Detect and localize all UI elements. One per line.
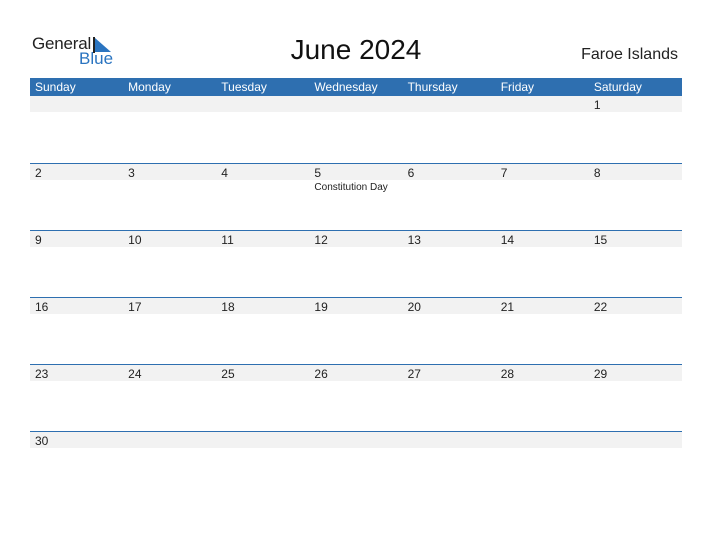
day-cell <box>30 96 123 163</box>
day-cell: 27 <box>403 365 496 431</box>
day-number: 9 <box>35 233 42 247</box>
week-cells: 16 17 18 19 20 21 22 <box>30 298 682 364</box>
day-cell: 1 <box>589 96 682 163</box>
day-number: 7 <box>500 166 508 180</box>
weekday-tuesday: Tuesday <box>221 80 267 94</box>
day-number: 26 <box>314 367 328 381</box>
day-cell: 2 <box>30 164 123 230</box>
day-number: 23 <box>35 367 49 381</box>
weekday-header: Sunday Monday Tuesday Wednesday Thursday Frid… <box>30 78 682 96</box>
day-cell <box>123 432 216 498</box>
day-number: 15 <box>593 233 608 247</box>
day-number: 27 <box>407 367 421 381</box>
day-number: 4 <box>221 166 228 180</box>
day-number: 2 <box>35 166 42 180</box>
week-row: 2 3 4 5 Constitution Day 6 7 8 <box>30 163 682 230</box>
week-row: 23 24 25 26 27 28 29 <box>30 364 682 431</box>
weeks-container: 1 2 3 4 5 Constitution Day 6 7 8 9 10 11 12 13 14 15 16 1… <box>30 96 682 498</box>
weekday-monday: Monday <box>128 80 171 94</box>
holiday-label: Constitution Day <box>314 182 388 193</box>
weekday-sunday: Sunday <box>35 80 76 94</box>
week-row: 1 <box>30 96 682 163</box>
day-number: 17 <box>128 300 142 314</box>
day-cell: 21 <box>496 298 589 364</box>
week-row: 9 10 11 12 13 14 15 <box>30 230 682 297</box>
day-number: 22 <box>593 300 608 314</box>
day-cell <box>403 432 496 498</box>
day-cell: 7 <box>496 164 589 230</box>
day-cell: 9 <box>30 231 123 297</box>
day-number: 1 <box>593 98 601 112</box>
day-cell: 12 <box>309 231 402 297</box>
day-number: 19 <box>314 300 328 314</box>
week-cells: 9 10 11 12 13 14 15 <box>30 231 682 297</box>
day-cell: 23 <box>30 365 123 431</box>
day-cell: 15 <box>589 231 682 297</box>
day-number: 13 <box>407 233 421 247</box>
week-cells: 23 24 25 26 27 28 29 <box>30 365 682 431</box>
day-number: 29 <box>593 367 608 381</box>
weekday-saturday: Saturday <box>593 80 642 94</box>
day-number: 16 <box>35 300 49 314</box>
country-label: Faroe Islands <box>581 46 678 63</box>
day-number: 30 <box>35 434 49 448</box>
day-number: 6 <box>407 166 415 180</box>
day-cell <box>403 96 496 163</box>
weekday-thursday: Thursday <box>407 80 458 94</box>
day-number: 14 <box>500 233 515 247</box>
day-cell: 14 <box>496 231 589 297</box>
day-number: 11 <box>221 233 234 247</box>
day-cell: 24 <box>123 365 216 431</box>
day-cell: 4 <box>216 164 309 230</box>
day-cell <box>123 96 216 163</box>
day-number: 21 <box>500 300 515 314</box>
day-cell: 19 <box>309 298 402 364</box>
day-cell: 13 <box>403 231 496 297</box>
day-cell <box>216 432 309 498</box>
day-cell: 6 <box>403 164 496 230</box>
week-row: 16 17 18 19 20 21 22 <box>30 297 682 364</box>
day-cell <box>309 432 402 498</box>
day-cell <box>589 432 682 498</box>
calendar-grid: Sunday Monday Tuesday Wednesday Thursday Frid… <box>30 78 682 498</box>
day-cell: 16 <box>30 298 123 364</box>
day-number: 28 <box>500 367 515 381</box>
day-number: 18 <box>221 300 235 314</box>
day-cell: 25 <box>216 365 309 431</box>
day-number: 20 <box>407 300 421 314</box>
day-cell: 30 <box>30 432 123 498</box>
day-number: 25 <box>221 367 235 381</box>
day-cell: 8 <box>589 164 682 230</box>
day-cell: 10 <box>123 231 216 297</box>
week-cells: 30 <box>30 432 682 498</box>
day-cell: 20 <box>403 298 496 364</box>
weekday-wednesday: Wednesday <box>314 80 378 94</box>
day-cell <box>309 96 402 163</box>
week-cells: 2 3 4 5 Constitution Day 6 7 8 <box>30 164 682 230</box>
day-cell: 3 <box>123 164 216 230</box>
day-cell: 18 <box>216 298 309 364</box>
week-cells: 1 <box>30 96 682 163</box>
day-cell: 26 <box>309 365 402 431</box>
day-cell: 28 <box>496 365 589 431</box>
day-cell: 29 <box>589 365 682 431</box>
day-cell: 11 <box>216 231 309 297</box>
day-cell <box>496 432 589 498</box>
day-number: 24 <box>128 367 142 381</box>
day-number: 10 <box>128 233 142 247</box>
day-cell <box>216 96 309 163</box>
day-number: 12 <box>314 233 328 247</box>
week-row: 30 <box>30 431 682 498</box>
day-cell <box>496 96 589 163</box>
day-number: 8 <box>593 166 601 180</box>
day-number: 5 <box>314 166 322 180</box>
day-cell: 17 <box>123 298 216 364</box>
weekday-friday: Friday <box>500 80 535 94</box>
day-cell: 22 <box>589 298 682 364</box>
day-number: 3 <box>128 166 135 180</box>
day-cell: 5 Constitution Day <box>309 164 402 230</box>
